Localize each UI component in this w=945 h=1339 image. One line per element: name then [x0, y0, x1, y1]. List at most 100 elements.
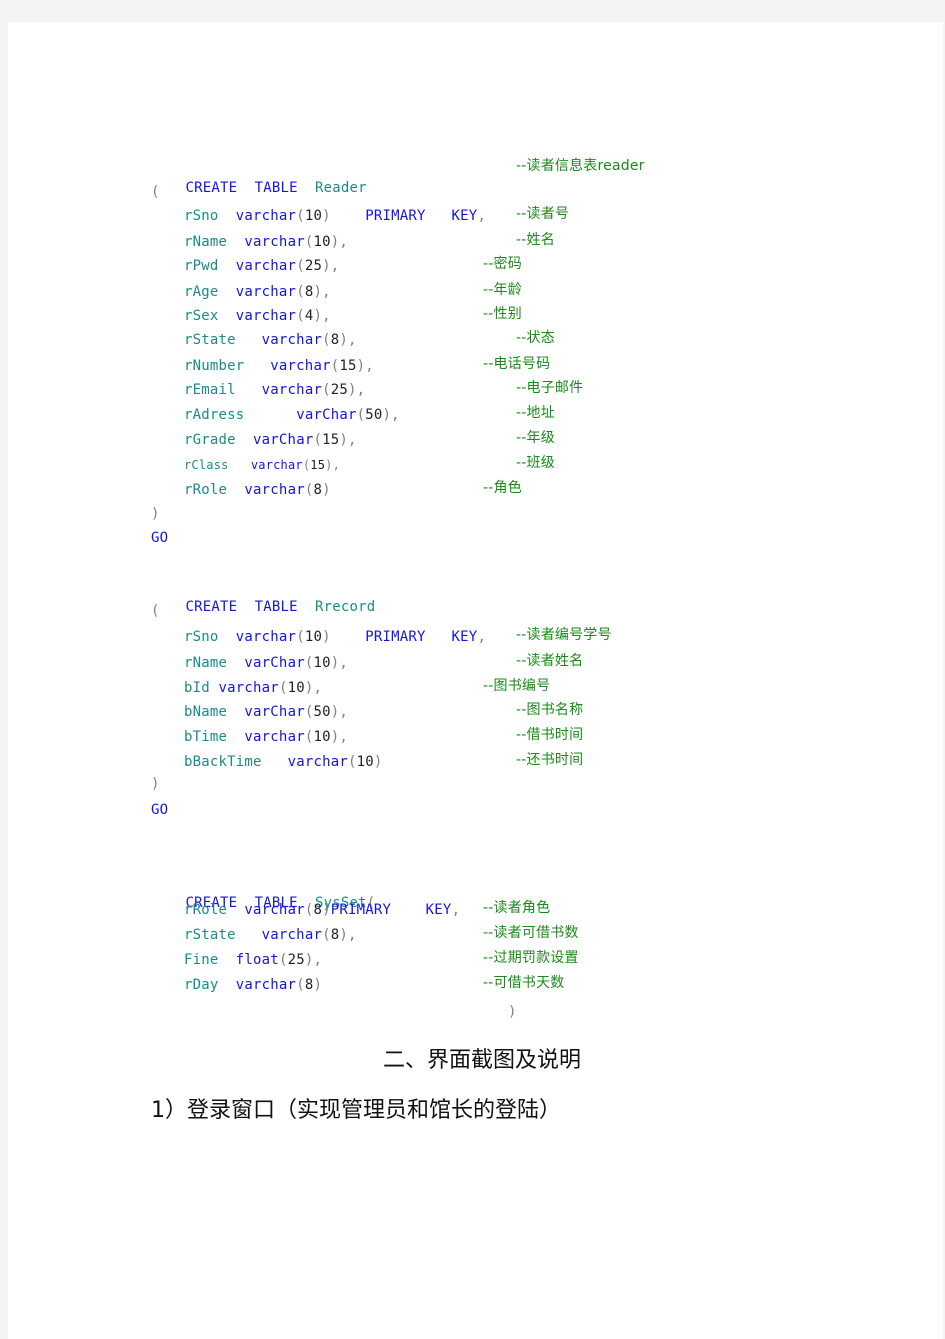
column-size: 25	[304, 258, 323, 274]
paren: (	[278, 680, 288, 696]
column-suffix: ,	[322, 308, 331, 324]
column-name: rAdress	[184, 407, 245, 423]
keyword-create: CREATE	[185, 180, 238, 196]
column-suffix: ,	[451, 902, 461, 918]
column-type: varchar	[244, 234, 305, 250]
column-type: varchar	[218, 680, 279, 696]
paren: )	[322, 258, 331, 274]
column-size: 10	[304, 629, 323, 645]
column-definition: rRole varchar(8)PRIMARY KEY,	[184, 901, 460, 919]
column-definition: bBackTime varchar(10)	[184, 753, 383, 771]
sql-comment: --读者号	[516, 206, 570, 222]
sql-comment: --年级	[516, 430, 555, 446]
column-size: 10	[313, 655, 331, 671]
column-definition: rEmail varchar(25),	[184, 381, 365, 399]
paren: )	[322, 482, 331, 498]
column-definition: rGrade varChar(15),	[184, 431, 357, 449]
column-definition: rSno varchar(10) PRIMARY KEY,	[184, 628, 486, 646]
column-suffix: ,	[339, 704, 349, 720]
column-type: float	[235, 952, 279, 968]
paren: )	[339, 432, 348, 448]
column-suffix: ,	[348, 927, 357, 943]
column-name: bTime	[184, 729, 228, 745]
column-type: varchar	[261, 332, 323, 348]
column-type: varChar	[244, 655, 305, 671]
column-name: rAge	[184, 284, 219, 300]
column-type: varchar	[244, 902, 305, 918]
sql-comment: --性别	[483, 306, 522, 322]
sql-comment: --图书编号	[483, 678, 551, 694]
sql-comment: --地址	[516, 405, 555, 421]
column-type: varchar	[235, 977, 297, 993]
column-suffix: ,	[339, 729, 349, 745]
column-definition: rClass varchar(15),	[184, 456, 340, 474]
column-type: varchar	[235, 284, 297, 300]
sql-comment: --读者编号学号	[516, 627, 612, 643]
column-name: rName	[184, 234, 228, 250]
column-definition: rAdress varChar(50),	[184, 406, 400, 424]
column-suffix: ,	[313, 680, 323, 696]
column-type: varchar	[287, 754, 348, 770]
column-type: varchar	[270, 358, 331, 374]
sql-comment: --图书名称	[516, 702, 584, 718]
column-size: 50	[365, 407, 383, 423]
keyword-table: TABLE	[254, 180, 298, 196]
column-size: 25	[330, 382, 348, 398]
sql-comment: --电话号码	[483, 356, 551, 372]
sql-comment: --读者角色	[483, 900, 551, 916]
paren: (	[296, 208, 305, 224]
go-statement: GO	[151, 802, 169, 818]
column-constraint: PRIMARY KEY	[365, 629, 478, 645]
close-paren: )	[508, 1004, 517, 1020]
paren: (	[347, 754, 357, 770]
sql-comment: --电子邮件	[516, 380, 584, 396]
close-paren: )	[151, 506, 160, 522]
column-name: rState	[184, 927, 236, 943]
column-name: Fine	[184, 952, 219, 968]
sql-comment: --可借书天数	[483, 975, 565, 991]
column-name: bBackTime	[184, 754, 262, 770]
column-size: 50	[313, 704, 331, 720]
go-statement: GO	[151, 530, 169, 546]
column-size: 10	[356, 754, 374, 770]
column-size: 15	[322, 432, 340, 448]
paren: (	[296, 258, 305, 274]
paren: (	[322, 332, 331, 348]
sql-comment: --借书时间	[516, 727, 584, 743]
column-definition: rState varchar(8),	[184, 331, 357, 349]
column-suffix: ,	[348, 432, 357, 448]
paren: )	[382, 407, 392, 423]
column-name: rRole	[184, 482, 228, 498]
column-size: 10	[313, 729, 331, 745]
column-type: varchar	[244, 482, 305, 498]
column-name: rSno	[184, 629, 219, 645]
sql-comment: --状态	[516, 330, 555, 346]
column-suffix: ,	[365, 358, 374, 374]
column-type: varchar	[261, 382, 323, 398]
paren: (	[322, 382, 331, 398]
column-name: bId	[184, 680, 210, 696]
column-definition: bId varchar(10),	[184, 679, 322, 697]
paren: (	[313, 432, 323, 448]
sql-comment: --角色	[483, 480, 522, 496]
create-table-rrecord: CREATE TABLE Rrecord	[151, 580, 376, 634]
column-size: 8	[313, 482, 323, 498]
column-suffix: ,	[330, 258, 340, 274]
column-type: varchar	[235, 308, 297, 324]
column-name: rClass	[184, 458, 229, 472]
column-definition: rAge varchar(8),	[184, 283, 331, 301]
paren: (	[296, 284, 305, 300]
table-name: Reader	[314, 180, 367, 196]
column-size: 10	[313, 234, 331, 250]
column-type: varchar	[244, 729, 305, 745]
column-definition: rName varchar(10),	[184, 233, 348, 251]
column-size: 15	[310, 458, 326, 472]
paren: (	[296, 629, 305, 645]
column-suffix: ,	[313, 952, 323, 968]
keyword-create: CREATE	[185, 599, 238, 615]
column-type: varchar	[261, 927, 323, 943]
column-type: varchar	[235, 258, 297, 274]
sql-comment: --密码	[483, 256, 522, 272]
column-suffix: ,	[332, 458, 340, 472]
paren: (	[296, 977, 305, 993]
